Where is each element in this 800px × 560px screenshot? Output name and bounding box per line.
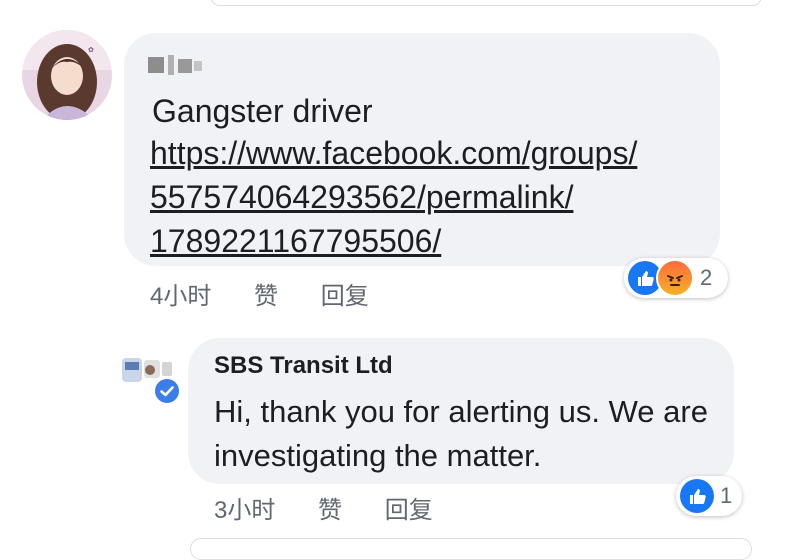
redacted-author-name[interactable] — [148, 51, 208, 77]
comment-actions: 4小时 赞 回复 — [150, 276, 369, 311]
comment-timestamp[interactable]: 4小时 — [150, 276, 211, 311]
comment-message: Gangster driver — [152, 93, 373, 129]
next-comment-edge — [190, 538, 752, 560]
like-button[interactable]: 赞 — [318, 490, 342, 525]
link-line[interactable]: https://www.facebook.com/groups/ — [150, 131, 637, 175]
commenter-avatar[interactable]: ✿ — [22, 30, 112, 120]
link-line[interactable]: 557574064293562/permalink/ — [150, 175, 637, 219]
reply-bubble: SBS Transit Ltd Hi, thank you for alerti… — [188, 338, 734, 484]
like-button[interactable]: 赞 — [254, 276, 278, 311]
angry-icon — [656, 259, 694, 297]
verified-badge-icon — [152, 376, 182, 406]
reaction-count: 1 — [720, 483, 733, 508]
link-line[interactable]: 1789221167795506/ — [150, 219, 637, 263]
reply-button[interactable]: 回复 — [385, 490, 433, 525]
comment-link[interactable]: https://www.facebook.com/groups/ 5575740… — [150, 131, 637, 263]
svg-text:✿: ✿ — [88, 46, 94, 54]
comment-bubble: Gangster driver https://www.facebook.com… — [124, 33, 720, 266]
reply-message: Hi, thank you for alerting us. We are in… — [214, 394, 708, 473]
reply-timestamp[interactable]: 3小时 — [214, 490, 275, 525]
reply-button[interactable]: 回复 — [321, 276, 369, 311]
previous-comment-edge — [210, 0, 762, 6]
reply-author[interactable]: SBS Transit Ltd — [214, 352, 393, 380]
reply-actions: 3小时 赞 回复 — [214, 490, 433, 525]
reaction-count: 2 — [700, 265, 713, 290]
reaction-summary[interactable]: 2 — [624, 258, 728, 298]
reaction-summary[interactable]: 1 — [676, 476, 742, 516]
like-icon — [680, 479, 714, 513]
